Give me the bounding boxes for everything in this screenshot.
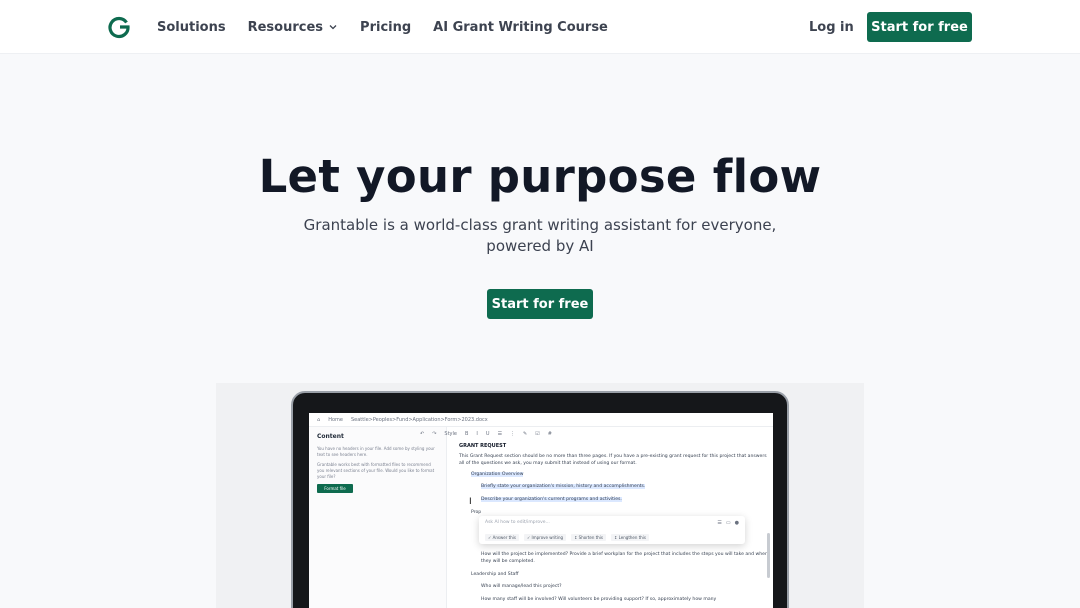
q2-text: Describe your organization's current pro… xyxy=(481,497,622,502)
doc-q2: Describe your organization's current pro… xyxy=(459,496,769,503)
nav-pricing-label: Pricing xyxy=(360,19,412,35)
shorten-button[interactable]: ↕ Shorten this xyxy=(571,534,606,541)
doc-q1: Briefly state your organization's missio… xyxy=(459,483,769,490)
format-hint-text: Grantable works best with formatted file… xyxy=(317,462,435,479)
q1-text: Briefly state your organization's missio… xyxy=(481,484,646,489)
home-icon: ⌂ xyxy=(317,416,321,423)
hash-icon[interactable]: # xyxy=(547,431,553,437)
top-nav: Solutions Resources Pricing AI Grant Wri… xyxy=(0,0,1080,54)
nav-pricing[interactable]: Pricing xyxy=(360,20,411,35)
nav-links: Solutions Resources Pricing AI Grant Wri… xyxy=(157,0,608,54)
hero-start-free-button[interactable]: Start for free xyxy=(487,289,593,319)
nav-solutions[interactable]: Solutions xyxy=(157,20,226,35)
content-sidebar: Content You have no headers in your file… xyxy=(309,427,447,608)
doc-q6: How many staff will be involved? Will vo… xyxy=(481,597,717,602)
doc-q5: Who will manage/lead this project? xyxy=(481,584,562,589)
login-link[interactable]: Log in xyxy=(809,0,854,54)
format-file-label: Format file xyxy=(324,486,346,491)
lengthen-button[interactable]: ↕ Lengthen this xyxy=(611,534,649,541)
answer-this-button[interactable]: ✓ Answer this xyxy=(485,534,519,541)
format-file-button[interactable]: Format file xyxy=(317,484,353,493)
hero-subtitle: Grantable is a world-class grant writing… xyxy=(303,216,777,255)
checkbox-icon[interactable]: ☑ xyxy=(534,431,540,437)
folder-icon[interactable]: ▭ xyxy=(726,520,731,526)
send-icon[interactable]: ● xyxy=(735,520,739,526)
doc-prop: Prop xyxy=(471,510,482,515)
nav-resources-label: Resources xyxy=(247,19,324,35)
doc-heading: GRANT REQUEST xyxy=(459,443,507,449)
editor-toolbar: ↶ ↷ Style B I U ☰ ⋮ ✎ ☑ # xyxy=(419,427,773,441)
breadcrumb: ⌂ Home Seattle>Peoples>Fund>Application>… xyxy=(309,413,773,427)
nav-resources[interactable]: Resources xyxy=(248,20,338,35)
ai-prompt-input[interactable]: Ask AI how to edit/improve... xyxy=(485,520,550,525)
style-dropdown[interactable]: Style xyxy=(443,431,458,437)
undo-icon[interactable]: ↶ xyxy=(419,431,425,437)
bold-icon[interactable]: B xyxy=(464,431,469,437)
numbered-list-icon[interactable]: ⋮ xyxy=(509,431,516,437)
improve-writing-button[interactable]: ✓ Improve writing xyxy=(523,534,567,541)
no-headers-text: You have no headers in your file. Add so… xyxy=(317,446,435,457)
breadcrumb-path: Seattle>Peoples>Fund>Application>Form>20… xyxy=(350,416,488,423)
breadcrumb-home: Home xyxy=(328,416,343,423)
ai-assist-popup: Ask AI how to edit/improve... ☰ ▭ ● ✓ An… xyxy=(479,516,745,544)
hero-title: Let your purpose flow xyxy=(258,150,822,203)
laptop-mockup: ⌂ Home Seattle>Peoples>Fund>Application>… xyxy=(291,391,789,608)
nav-solutions-label: Solutions xyxy=(157,19,226,35)
ai-icons: ☰ ▭ ● xyxy=(717,520,739,526)
doc-q4: How will the project be implemented? Pro… xyxy=(481,552,768,564)
doc-intro: This Grant Request section should be no … xyxy=(459,454,767,466)
edit-icon[interactable]: ✎ xyxy=(522,431,528,437)
ai-actions: ✓ Answer this ✓ Improve writing ↕ Shorte… xyxy=(485,534,649,541)
doc-leadership: Leadership and Staff xyxy=(471,572,519,577)
org-overview-text: Organization Overview xyxy=(471,472,524,477)
grantable-logo-icon[interactable] xyxy=(107,15,131,39)
nav-ai-course[interactable]: AI Grant Writing Course xyxy=(433,20,608,35)
list-icon[interactable]: ☰ xyxy=(497,431,503,437)
nav-ai-course-label: AI Grant Writing Course xyxy=(433,19,608,35)
italic-icon[interactable]: I xyxy=(475,431,478,437)
doc-org-overview: Organization Overview xyxy=(459,471,769,478)
editor-scrollbar[interactable] xyxy=(767,533,770,578)
app-screen: ⌂ Home Seattle>Peoples>Fund>Application>… xyxy=(309,413,773,608)
underline-icon[interactable]: U xyxy=(485,431,491,437)
chevron-down-icon xyxy=(329,25,337,30)
nav-start-free-button[interactable]: Start for free xyxy=(867,12,972,42)
redo-icon[interactable]: ↷ xyxy=(431,431,437,437)
menu-icon[interactable]: ☰ xyxy=(717,520,721,526)
text-cursor-icon: I xyxy=(469,497,472,507)
